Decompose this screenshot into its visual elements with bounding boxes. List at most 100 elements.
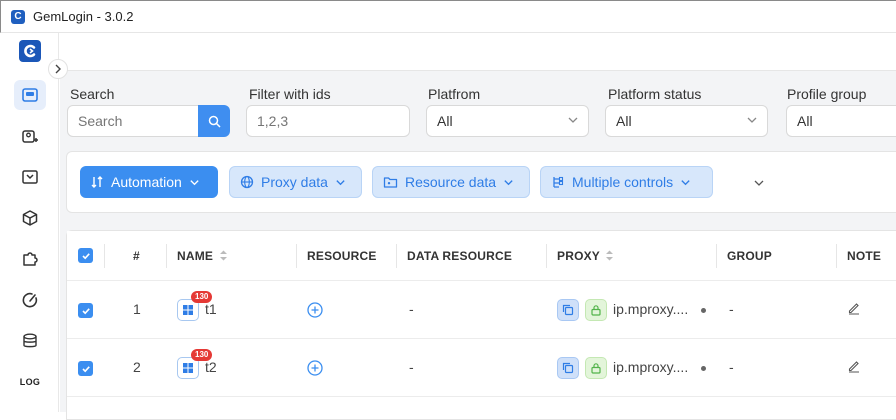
- add-resource-button[interactable]: [307, 360, 323, 381]
- sidebar-item-log[interactable]: LOG: [14, 367, 46, 397]
- row-index: 2: [133, 359, 141, 375]
- folder-icon: [383, 177, 398, 188]
- column-separator: [546, 244, 547, 268]
- pencil-icon: [848, 303, 859, 315]
- data-resource-value: -: [409, 359, 414, 375]
- header-resource: RESOURCE: [307, 249, 377, 263]
- sidebar-item-database[interactable]: [14, 326, 46, 356]
- multiple-controls-button-label: Multiple controls: [572, 174, 674, 190]
- edit-note-button[interactable]: [847, 301, 861, 320]
- sidebar-item-profiles[interactable]: [14, 80, 46, 110]
- sidebar-item-performance[interactable]: [14, 285, 46, 315]
- window-title: GemLogin - 3.0.2: [33, 9, 134, 24]
- filter-ids-input[interactable]: [246, 105, 410, 137]
- platform-label: Platfrom: [428, 86, 481, 102]
- resource-data-button[interactable]: Resource data: [372, 166, 530, 198]
- copy-icon: [562, 362, 574, 374]
- header-name[interactable]: NAME: [177, 249, 228, 263]
- copy-proxy-button[interactable]: [557, 357, 579, 379]
- group-value: -: [729, 359, 734, 375]
- resource-data-button-label: Resource data: [405, 174, 497, 190]
- data-resource-value: -: [409, 301, 414, 317]
- profiles-table: # NAME RESOURCE DATA RESOURCE PROXY GROU…: [66, 230, 896, 420]
- proxy-value: ip.mproxy....: [613, 359, 689, 375]
- copy-proxy-button[interactable]: [557, 299, 579, 321]
- sidebar-item-extensions[interactable]: [14, 244, 46, 274]
- gemlogin-logo-icon[interactable]: [19, 40, 41, 62]
- profile-icon: [22, 88, 38, 102]
- multiple-controls-button[interactable]: Multiple controls: [540, 166, 713, 198]
- inbox-icon: [22, 170, 38, 184]
- app-icon: C: [11, 10, 25, 24]
- profile-group-label: Profile group: [787, 86, 867, 102]
- proxy-data-button[interactable]: Proxy data: [229, 166, 362, 198]
- lock-icon: [591, 305, 601, 316]
- sidebar-item-cube[interactable]: [14, 203, 46, 233]
- row-index: 1: [133, 301, 141, 317]
- chevron-down-icon: [681, 179, 690, 185]
- add-resource-button[interactable]: [307, 302, 323, 323]
- edit-note-button[interactable]: [847, 359, 861, 378]
- column-separator: [104, 244, 105, 268]
- plus-circle-icon: [307, 360, 323, 376]
- proxy-lock-button[interactable]: [585, 299, 607, 321]
- chevron-down-icon: [747, 117, 757, 123]
- header-proxy-label: PROXY: [557, 249, 600, 263]
- automation-icon: [91, 176, 103, 188]
- window-titlebar: C GemLogin - 3.0.2: [0, 0, 896, 33]
- header-data-resource: DATA RESOURCE: [407, 249, 513, 263]
- add-profile-icon: [22, 130, 38, 143]
- header-proxy[interactable]: PROXY: [557, 249, 614, 263]
- table-header: # NAME RESOURCE DATA RESOURCE PROXY GROU…: [67, 231, 896, 281]
- sort-icon: [606, 250, 614, 261]
- automation-button[interactable]: Automation: [80, 166, 218, 198]
- column-separator: [296, 244, 297, 268]
- copy-icon: [562, 304, 574, 316]
- table-row[interactable]: 2 130 t2 - ip.mproxy.... -: [67, 339, 896, 397]
- chevron-right-icon: [55, 64, 61, 74]
- row-checkbox[interactable]: [78, 303, 93, 318]
- profile-name[interactable]: t1: [205, 301, 217, 317]
- more-options-button[interactable]: [753, 176, 765, 194]
- chevron-down-icon: [190, 179, 199, 185]
- row-checkbox[interactable]: [78, 361, 93, 376]
- profile-group-select[interactable]: All: [786, 105, 896, 137]
- header-index: #: [133, 249, 140, 263]
- gauge-icon: [22, 292, 38, 308]
- proxy-data-button-label: Proxy data: [261, 174, 328, 190]
- pencil-icon: [848, 361, 859, 373]
- search-input[interactable]: [67, 105, 199, 137]
- globe-icon: [240, 175, 254, 189]
- top-header-strip: [60, 33, 896, 71]
- lock-icon: [591, 363, 601, 374]
- chevron-down-icon: [754, 180, 764, 186]
- log-label: LOG: [19, 377, 41, 387]
- hierarchy-icon: [553, 176, 564, 188]
- proxy-status-dot: [701, 308, 706, 313]
- chevron-down-icon: [336, 179, 345, 185]
- proxy-lock-button[interactable]: [585, 357, 607, 379]
- search-button[interactable]: [198, 105, 230, 137]
- column-separator: [716, 244, 717, 268]
- header-note: NOTE: [847, 249, 882, 263]
- proxy-value: ip.mproxy....: [613, 301, 689, 317]
- filter-ids-label: Filter with ids: [249, 86, 331, 102]
- sidebar-collapse-button[interactable]: [48, 59, 68, 79]
- proxy-status-dot: [701, 366, 706, 371]
- platform-status-select[interactable]: All: [605, 105, 768, 137]
- profile-name[interactable]: t2: [205, 359, 217, 375]
- group-value: -: [729, 301, 734, 317]
- header-name-label: NAME: [177, 249, 214, 263]
- table-row[interactable]: 1 130 t1 - ip.mproxy.... -: [67, 281, 896, 339]
- check-icon: [81, 252, 90, 259]
- search-icon: [208, 115, 221, 128]
- sidebar-item-add-profile[interactable]: [14, 122, 46, 152]
- platform-select[interactable]: All: [426, 105, 589, 137]
- chevron-down-icon: [568, 117, 578, 123]
- select-all-checkbox[interactable]: [78, 248, 93, 263]
- header-group: GROUP: [727, 249, 773, 263]
- platform-status-label: Platform status: [608, 86, 702, 102]
- sidebar-item-inbox[interactable]: [14, 162, 46, 192]
- search-label: Search: [70, 86, 115, 102]
- sort-icon: [219, 250, 227, 261]
